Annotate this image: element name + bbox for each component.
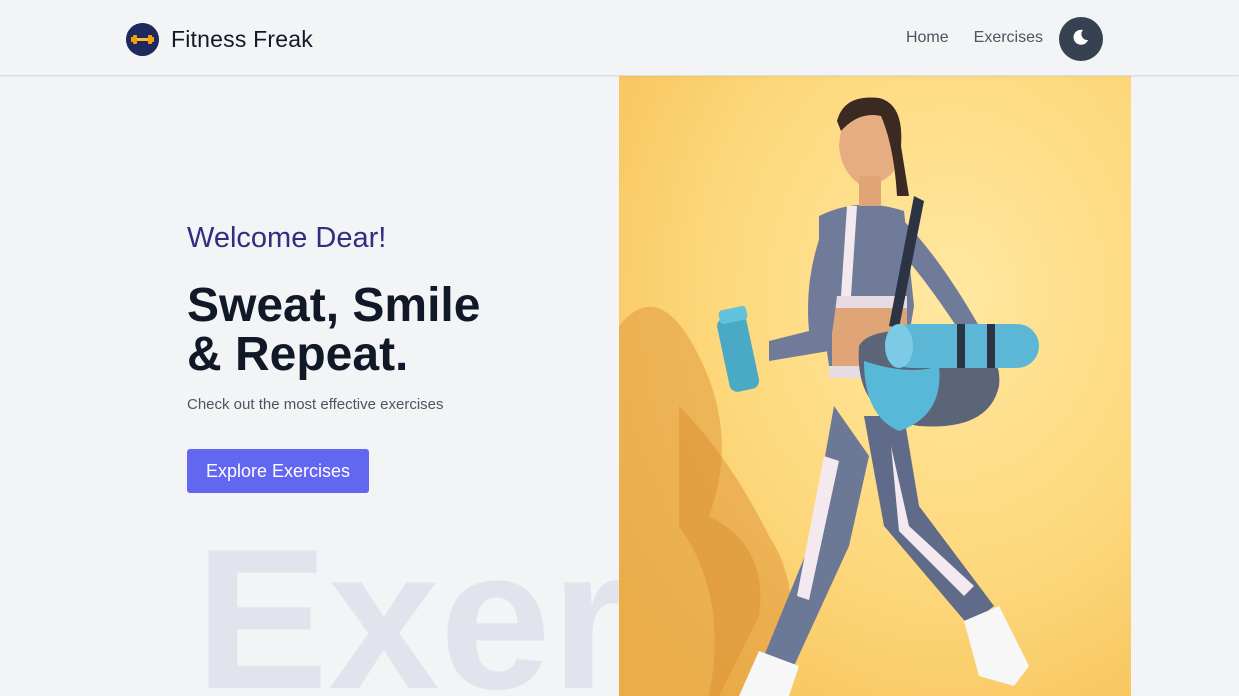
moon-icon bbox=[1072, 28, 1090, 51]
hero-image bbox=[619, 76, 1131, 696]
hero-headline: Sweat, Smile & Repeat. bbox=[187, 281, 567, 379]
nav-exercises-link[interactable]: Exercises bbox=[974, 29, 1043, 47]
dumbbell-logo-icon bbox=[126, 22, 159, 56]
nav-home-link[interactable]: Home bbox=[906, 29, 949, 47]
athlete-illustration bbox=[619, 76, 1131, 696]
welcome-heading: Welcome Dear! bbox=[187, 222, 387, 254]
hero-subtext: Check out the most effective exercises bbox=[187, 396, 444, 413]
brand-link[interactable]: Fitness Freak bbox=[126, 22, 313, 56]
brand-name: Fitness Freak bbox=[171, 25, 313, 52]
theme-toggle-button[interactable] bbox=[1059, 17, 1103, 61]
explore-exercises-button[interactable]: Explore Exercises bbox=[187, 449, 369, 493]
background-word: Exercises bbox=[195, 520, 619, 696]
headline-line-1: Sweat, Smile bbox=[187, 279, 481, 332]
main-nav: Home Exercises bbox=[906, 29, 1043, 47]
headline-line-2: & Repeat. bbox=[187, 328, 409, 381]
navbar: Fitness Freak Home Exercises bbox=[0, 0, 1239, 76]
